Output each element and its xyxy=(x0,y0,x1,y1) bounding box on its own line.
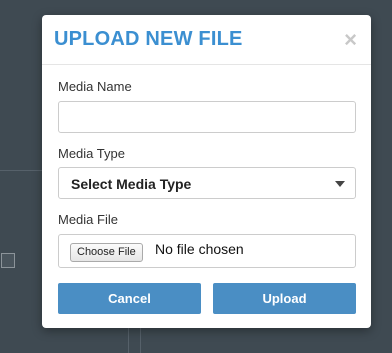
choose-file-button[interactable]: Choose File xyxy=(70,243,143,262)
media-name-input[interactable] xyxy=(58,101,356,133)
modal-title: UPLOAD NEW FILE xyxy=(54,28,243,50)
upload-file-modal: UPLOAD NEW FILE × Media Name Media Type … xyxy=(42,15,371,328)
media-type-label: Media Type xyxy=(58,146,125,161)
media-file-input: Choose File No file chosen xyxy=(58,234,356,268)
modal-header: UPLOAD NEW FILE × xyxy=(42,15,371,65)
cancel-button[interactable]: Cancel xyxy=(58,283,201,314)
media-type-selected: Select Media Type xyxy=(71,176,192,192)
media-name-label: Media Name xyxy=(58,79,132,94)
media-file-label: Media File xyxy=(58,212,118,227)
media-type-select[interactable]: Select Media Type xyxy=(58,167,356,199)
background-divider xyxy=(140,328,141,353)
chevron-down-icon xyxy=(335,181,345,187)
upload-button[interactable]: Upload xyxy=(213,283,356,314)
broken-image-icon xyxy=(1,253,15,268)
background-divider xyxy=(128,328,129,353)
file-status-text: No file chosen xyxy=(155,241,244,257)
close-icon[interactable]: × xyxy=(344,29,357,51)
background-divider xyxy=(0,170,42,171)
